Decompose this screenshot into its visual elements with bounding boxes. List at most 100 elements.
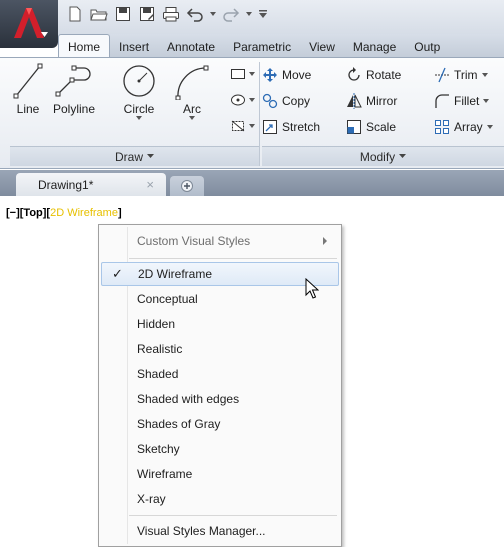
modify-row-1: Move Rotate Trim (262, 64, 488, 86)
new-drawing-tab-button[interactable] (170, 176, 204, 196)
array-tool-button[interactable]: Array (434, 119, 493, 135)
menu-item-label: Sketchy (137, 442, 180, 456)
modify-panel: Move Rotate Trim Copy Mirror Fillet Stre… (262, 62, 504, 166)
viewport-controls-prefix[interactable]: [−][Top][ (6, 207, 50, 219)
tab-annotate[interactable]: Annotate (158, 36, 224, 58)
mirror-tool-button[interactable]: Mirror (346, 93, 434, 109)
tab-home[interactable]: Home (58, 34, 111, 58)
checkmark-icon: ✓ (112, 266, 123, 281)
hatch-dropdown-icon[interactable] (249, 97, 255, 103)
stretch-tool-button[interactable]: Stretch (262, 119, 346, 135)
hatch-tool-button[interactable] (230, 90, 255, 110)
menu-item-sketchy[interactable]: Sketchy (101, 437, 339, 461)
redo-dropdown-icon[interactable] (246, 5, 252, 23)
redo-icon[interactable] (222, 5, 240, 23)
application-menu-button[interactable] (0, 0, 58, 48)
draw-panel: Line Polyline Circle Arc Draw (10, 62, 260, 166)
tab-view[interactable]: View (300, 36, 344, 58)
autocad-logo-icon (14, 8, 48, 38)
fillet-label: Fillet (454, 94, 480, 108)
save-as-icon[interactable] (138, 5, 156, 23)
menu-item-visual-styles-manager[interactable]: Visual Styles Manager... (101, 519, 339, 543)
close-icon[interactable]: × (146, 177, 154, 192)
menu-item-wireframe[interactable]: Wireframe (101, 462, 339, 486)
rotate-tool-button[interactable]: Rotate (346, 67, 434, 83)
menu-item-label: Shaded (137, 367, 179, 381)
arc-icon (175, 65, 209, 100)
print-icon[interactable] (162, 5, 180, 23)
stretch-label: Stretch (282, 120, 321, 134)
move-label: Move (282, 68, 312, 82)
copy-tool-button[interactable]: Copy (262, 93, 346, 109)
fillet-dropdown-icon[interactable] (483, 98, 490, 104)
new-icon[interactable] (66, 5, 84, 23)
arc-dropdown-icon[interactable] (189, 116, 195, 121)
menu-item-shades-of-gray[interactable]: Shades of Gray (101, 412, 339, 436)
visual-style-control[interactable]: 2D Wireframe (50, 207, 118, 219)
rectangle-icon (231, 69, 245, 79)
copy-icon (262, 93, 278, 109)
tab-insert[interactable]: Insert (110, 36, 158, 58)
polyline-tool-button[interactable]: Polyline (52, 62, 96, 116)
tab-manage[interactable]: Manage (344, 36, 405, 58)
trim-tool-button[interactable]: Trim (434, 67, 488, 83)
tab-output[interactable]: Outp (405, 36, 449, 58)
ribbon-tabs: Home Insert Annotate Parametric View Man… (58, 34, 504, 58)
open-icon[interactable] (90, 5, 108, 23)
menu-item-shaded[interactable]: Shaded (101, 362, 339, 386)
trim-dropdown-icon[interactable] (481, 72, 488, 78)
rectangle-dropdown-icon[interactable] (249, 71, 255, 77)
ribbon: Line Polyline Circle Arc Draw Move Rotat… (0, 57, 504, 169)
copy-label: Copy (282, 94, 311, 108)
line-tool-button[interactable]: Line (12, 62, 44, 116)
tab-parametric[interactable]: Parametric (224, 36, 300, 58)
menu-item-custom-visual-styles[interactable]: Custom Visual Styles (101, 229, 339, 253)
array-icon (435, 120, 449, 134)
menu-item-label: Shades of Gray (137, 417, 221, 431)
polyline-icon (55, 65, 91, 97)
quick-access-toolbar (66, 2, 268, 26)
undo-icon[interactable] (186, 5, 204, 23)
circle-label: Circle (123, 102, 155, 116)
document-tab-label: Drawing1* (38, 177, 94, 192)
save-icon[interactable] (114, 5, 132, 23)
submenu-arrow-icon (323, 237, 327, 245)
stretch-icon (263, 120, 277, 134)
mirror-label: Mirror (366, 94, 398, 108)
boundary-dropdown-icon[interactable] (249, 123, 255, 129)
circle-tool-button[interactable]: Circle (120, 62, 158, 121)
menu-item-label: Realistic (137, 342, 183, 356)
draw-panel-title-label: Draw (114, 149, 143, 164)
rectangle-tool-button[interactable] (230, 64, 255, 84)
menu-item-label: Wireframe (137, 467, 193, 481)
draw-small-tools (230, 64, 255, 136)
menu-separator (129, 515, 337, 516)
undo-dropdown-icon[interactable] (210, 5, 216, 23)
fillet-tool-button[interactable]: Fillet (434, 93, 490, 109)
menu-item-x-ray[interactable]: X-ray (101, 487, 339, 511)
menu-item-2d-wireframe[interactable]: ✓ 2D Wireframe (101, 262, 339, 286)
modify-panel-title-label: Modify (359, 149, 396, 164)
array-dropdown-icon[interactable] (486, 124, 493, 130)
menu-item-hidden[interactable]: Hidden (101, 312, 339, 336)
menu-separator (129, 258, 337, 259)
menu-item-shaded-with-edges[interactable]: Shaded with edges (101, 387, 339, 411)
fillet-icon (435, 94, 449, 108)
boundary-tool-button[interactable] (230, 116, 255, 136)
move-tool-button[interactable]: Move (262, 67, 346, 83)
plus-icon (181, 180, 193, 192)
mouse-pointer-icon (305, 278, 319, 299)
menu-item-label: 2D Wireframe (138, 267, 213, 281)
customize-qat-icon[interactable] (258, 5, 268, 23)
move-icon (263, 68, 277, 82)
circle-dropdown-icon[interactable] (136, 116, 142, 121)
modify-panel-title[interactable]: Modify (262, 146, 504, 166)
rotate-label: Rotate (366, 68, 402, 82)
menu-item-realistic[interactable]: Realistic (101, 337, 339, 361)
document-tab-drawing1[interactable]: Drawing1* × (16, 173, 166, 196)
arc-tool-button[interactable]: Arc (172, 62, 212, 121)
menu-item-conceptual[interactable]: Conceptual (101, 287, 339, 311)
polyline-label: Polyline (52, 102, 96, 116)
draw-panel-title[interactable]: Draw (10, 146, 259, 166)
scale-tool-button[interactable]: Scale (346, 119, 434, 135)
